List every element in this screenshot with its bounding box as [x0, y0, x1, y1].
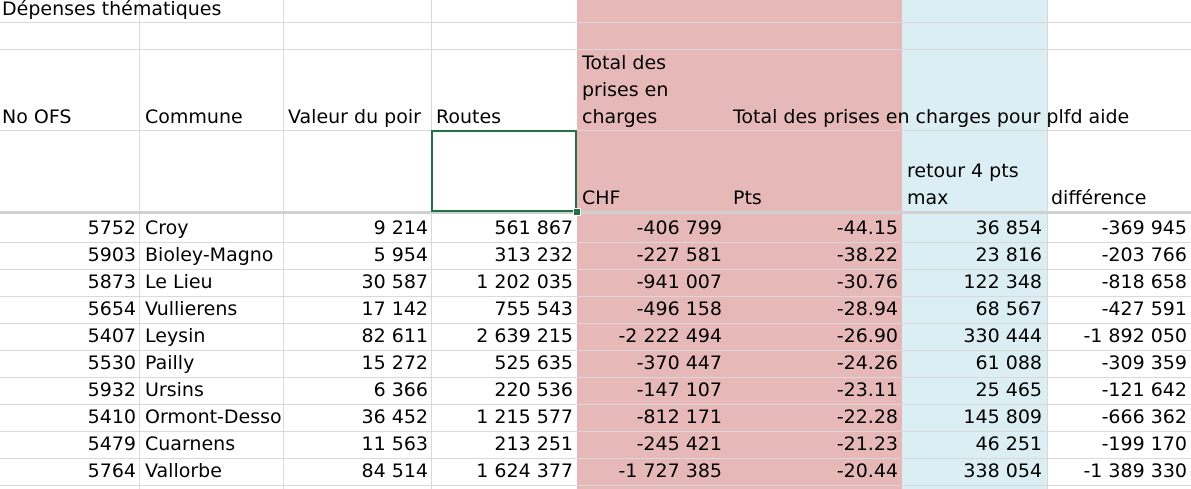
cell-no-ofs[interactable]: 5903 [0, 242, 136, 269]
cell-no-ofs[interactable]: 5530 [0, 350, 136, 377]
cell-no-ofs[interactable]: 5410 [0, 404, 136, 431]
cell-valeur[interactable]: 5 954 [284, 242, 428, 269]
header-no-ofs[interactable]: No OFS [2, 104, 72, 131]
cell-chf[interactable]: -147 107 [578, 377, 722, 404]
cell-pts[interactable]: -26.90 [723, 323, 898, 350]
cell-pts[interactable]: -20.44 [723, 458, 898, 485]
cell-retour[interactable]: 145 809 [903, 404, 1042, 431]
cell-commune[interactable]: Pailly [145, 350, 282, 377]
cell-chf[interactable]: -370 447 [578, 350, 722, 377]
cell-chf[interactable]: -227 581 [578, 242, 722, 269]
cell-retour[interactable]: 25 465 [903, 377, 1042, 404]
cell-no-ofs[interactable]: 5407 [0, 323, 136, 350]
cell-difference[interactable]: -427 591 [1048, 296, 1187, 323]
selected-cell[interactable] [431, 130, 577, 212]
cell-retour[interactable]: 338 054 [903, 458, 1042, 485]
cell-no-ofs[interactable]: 5479 [0, 431, 136, 458]
cell-pts[interactable]: -21.23 [723, 431, 898, 458]
cell-chf[interactable]: -2 222 494 [578, 323, 722, 350]
cell-difference[interactable]: -666 362 [1048, 404, 1187, 431]
cell-routes[interactable]: 525 635 [432, 350, 573, 377]
spreadsheet-grid[interactable]: Dépenses thématiques No OFS Commune Vale… [0, 0, 1191, 489]
cell-difference[interactable]: -1 389 330 [1048, 458, 1187, 485]
cell-commune[interactable]: Croy [145, 215, 282, 242]
gridline [0, 485, 1191, 486]
header-commune[interactable]: Commune [145, 104, 243, 131]
cell-routes[interactable]: 561 867 [432, 215, 573, 242]
cell-routes[interactable]: 213 251 [432, 431, 573, 458]
cell-valeur[interactable]: 6 366 [284, 377, 428, 404]
cell-commune[interactable]: Cuarnens [145, 431, 282, 458]
cell-difference[interactable]: -1 892 050 [1048, 323, 1187, 350]
cell-retour[interactable]: 68 567 [903, 296, 1042, 323]
sheet-title[interactable]: Dépenses thématiques [2, 0, 221, 23]
cell-difference[interactable]: -309 359 [1048, 350, 1187, 377]
cell-retour[interactable]: 36 854 [903, 215, 1042, 242]
header-pts[interactable]: Pts [733, 185, 762, 212]
cell-retour[interactable]: 23 816 [903, 242, 1042, 269]
cell-chf[interactable]: -245 421 [578, 431, 722, 458]
cell-routes[interactable]: 1 215 577 [432, 404, 573, 431]
cell-pts[interactable]: -30.76 [723, 269, 898, 296]
cell-difference[interactable]: -203 766 [1048, 242, 1187, 269]
cell-valeur[interactable]: 84 514 [284, 458, 428, 485]
cell-difference[interactable]: -369 945 [1048, 215, 1187, 242]
cell-difference[interactable]: -199 170 [1048, 431, 1187, 458]
cell-pts[interactable]: -23.11 [723, 377, 898, 404]
cell-valeur[interactable]: 11 563 [284, 431, 428, 458]
cell-valeur[interactable]: 17 142 [284, 296, 428, 323]
cell-chf[interactable]: -496 158 [578, 296, 722, 323]
cell-routes[interactable]: 1 202 035 [432, 269, 573, 296]
header-total-plfd[interactable]: Total des prises en charges pour plfd ai… [733, 104, 1129, 131]
cell-valeur[interactable]: 30 587 [284, 269, 428, 296]
cell-pts[interactable]: -28.94 [723, 296, 898, 323]
cell-no-ofs[interactable]: 5752 [0, 215, 136, 242]
cell-commune[interactable]: Bioley-Magno [145, 242, 282, 269]
cell-valeur[interactable]: 9 214 [284, 215, 428, 242]
cell-valeur[interactable]: 15 272 [284, 350, 428, 377]
cell-commune[interactable]: Ursins [145, 377, 282, 404]
cell-pts[interactable]: -22.28 [723, 404, 898, 431]
cell-pts[interactable]: -24.26 [723, 350, 898, 377]
cell-retour[interactable]: 330 444 [903, 323, 1042, 350]
header-difference[interactable]: différence [1051, 185, 1146, 212]
header-total-prises[interactable]: Total des prises en charges [582, 50, 692, 131]
cell-pts[interactable]: -44.15 [723, 215, 898, 242]
cell-pts[interactable]: -38.22 [723, 242, 898, 269]
header-valeur[interactable]: Valeur du poir [288, 104, 431, 131]
cell-commune[interactable]: Ormont-Desso [145, 404, 282, 431]
cell-no-ofs[interactable]: 5764 [0, 458, 136, 485]
cell-routes[interactable]: 1 624 377 [432, 458, 573, 485]
header-chf[interactable]: CHF [582, 185, 620, 212]
cell-chf[interactable]: -812 171 [578, 404, 722, 431]
cell-commune[interactable]: Vallorbe [145, 458, 282, 485]
cell-retour[interactable]: 46 251 [903, 431, 1042, 458]
cell-retour[interactable]: 122 348 [903, 269, 1042, 296]
cell-commune[interactable]: Le Lieu [145, 269, 282, 296]
cell-chf[interactable]: -406 799 [578, 215, 722, 242]
cell-commune[interactable]: Leysin [145, 323, 282, 350]
cell-no-ofs[interactable]: 5932 [0, 377, 136, 404]
cell-difference[interactable]: -818 658 [1048, 269, 1187, 296]
cell-routes[interactable]: 2 639 215 [432, 323, 573, 350]
cell-commune[interactable]: Vullierens [145, 296, 282, 323]
cell-valeur[interactable]: 82 611 [284, 323, 428, 350]
cell-chf[interactable]: -1 727 385 [578, 458, 722, 485]
cell-retour[interactable]: 61 088 [903, 350, 1042, 377]
header-routes[interactable]: Routes [436, 104, 501, 131]
cell-no-ofs[interactable]: 5873 [0, 269, 136, 296]
cell-routes[interactable]: 755 543 [432, 296, 573, 323]
gridline [139, 0, 140, 489]
cell-difference[interactable]: -121 642 [1048, 377, 1187, 404]
cell-routes[interactable]: 313 232 [432, 242, 573, 269]
cell-valeur[interactable]: 36 452 [284, 404, 428, 431]
header-retour[interactable]: retour 4 pts max [907, 158, 1042, 212]
cell-chf[interactable]: -941 007 [578, 269, 722, 296]
cell-no-ofs[interactable]: 5654 [0, 296, 136, 323]
cell-routes[interactable]: 220 536 [432, 377, 573, 404]
